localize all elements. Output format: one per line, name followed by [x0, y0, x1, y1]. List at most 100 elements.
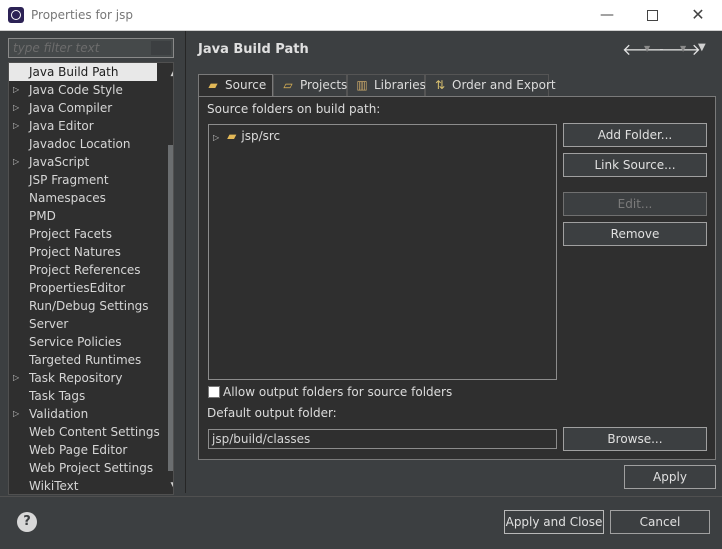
tree-item[interactable]: JSP Fragment: [9, 171, 157, 189]
expand-arrow-icon[interactable]: ▷: [213, 133, 219, 142]
scrollbar-thumb[interactable]: [168, 145, 173, 471]
default-output-folder-field[interactable]: jsp/build/classes: [208, 429, 557, 449]
apply-and-close-button[interactable]: Apply and Close: [504, 510, 604, 534]
page-header: Java Build Path 🡐 ▼ 🡒 ▼ ▼: [186, 31, 722, 69]
tree-item-label: Namespaces: [29, 191, 106, 205]
tree-item-label: JSP Fragment: [29, 173, 109, 187]
tab-libraries[interactable]: ▥ Libraries: [347, 74, 426, 96]
link-source-button[interactable]: Link Source...: [563, 153, 707, 177]
tree-item-label: Server: [29, 317, 69, 331]
order-export-icon: ⇅: [434, 78, 446, 92]
tree-item[interactable]: ▷ Java Editor: [9, 117, 157, 135]
browse-button[interactable]: Browse...: [563, 427, 707, 451]
scroll-up-icon[interactable]: ▲: [166, 65, 173, 81]
tree-item-label: Web Page Editor: [29, 443, 128, 457]
title-bar: Properties for jsp — ✕: [0, 0, 722, 31]
back-history-dropdown-icon[interactable]: ▼: [644, 44, 650, 53]
apply-button[interactable]: Apply: [624, 465, 716, 489]
cancel-button[interactable]: Cancel: [610, 510, 710, 534]
tree-item[interactable]: Task Tags: [9, 387, 157, 405]
forward-history-dropdown-icon[interactable]: ▼: [680, 44, 686, 53]
tree-item-label: Targeted Runtimes: [29, 353, 142, 367]
default-output-folder-label: Default output folder:: [207, 406, 337, 420]
tree-item-label: Task Tags: [29, 389, 86, 403]
tab-label: Order and Export: [452, 78, 556, 92]
list-item[interactable]: ▷ ▰ jsp/src: [213, 127, 280, 145]
tree-item-label: Task Repository: [29, 371, 123, 385]
remove-button[interactable]: Remove: [563, 222, 707, 246]
tab-label: Libraries: [374, 78, 426, 92]
folder-name: jsp/src: [241, 129, 281, 143]
tree-item[interactable]: Namespaces: [9, 189, 157, 207]
libraries-icon: ▥: [356, 78, 368, 92]
tree-item[interactable]: Javadoc Location: [9, 135, 157, 153]
tree-item-label: JavaScript: [29, 155, 90, 169]
maximize-button[interactable]: [637, 4, 667, 26]
tree-item-label: Java Editor: [29, 119, 94, 133]
tree-item[interactable]: Run/Debug Settings: [9, 297, 157, 315]
window-title: Properties for jsp: [31, 8, 133, 22]
close-button[interactable]: ✕: [683, 4, 713, 26]
package-folder-icon: ▰: [227, 129, 237, 143]
source-folders-label: Source folders on build path:: [207, 102, 381, 116]
tree-item-label: Project References: [29, 263, 141, 277]
tree-item-label: Validation: [29, 407, 89, 421]
tree-item-label: Run/Debug Settings: [29, 299, 149, 313]
tree-item-label: Java Code Style: [29, 83, 123, 97]
tab-projects[interactable]: ▱ Projects: [273, 74, 347, 96]
tree-item[interactable]: Web Page Editor: [9, 441, 157, 459]
tree-item[interactable]: WikiText: [9, 477, 157, 494]
source-folder-icon: ▰: [208, 78, 218, 92]
tree-item[interactable]: Web Content Settings: [9, 423, 160, 441]
help-icon[interactable]: ?: [17, 512, 37, 532]
tree-item-label: Javadoc Location: [29, 137, 131, 151]
tab-source[interactable]: ▰ Source: [198, 74, 273, 97]
expand-arrow-icon[interactable]: ▷: [13, 117, 19, 135]
expand-arrow-icon[interactable]: ▷: [13, 369, 19, 387]
eclipse-app-icon: [8, 7, 24, 23]
tree-item[interactable]: Project References: [9, 261, 157, 279]
tab-order-and-export[interactable]: ⇅ Order and Export: [425, 74, 556, 96]
scroll-down-icon[interactable]: ▼: [166, 478, 173, 494]
filter-clear-icon[interactable]: [151, 41, 171, 55]
expand-arrow-icon[interactable]: ▷: [13, 405, 19, 423]
tree-item[interactable]: ▷ Validation: [9, 405, 157, 423]
tree-item-label: WikiText: [29, 479, 79, 493]
property-page-tree[interactable]: Java Build Path ▷ Java Code Style ▷ Java Com…: [8, 62, 174, 495]
tree-item[interactable]: Java Build Path: [9, 63, 157, 81]
tree-item[interactable]: Targeted Runtimes: [9, 351, 157, 369]
tab-label: Source: [225, 78, 267, 92]
tree-item[interactable]: ▷ JavaScript: [9, 153, 157, 171]
tree-item-label: Web Content Settings: [29, 425, 160, 439]
tree-item-label: Java Compiler: [29, 101, 113, 115]
tree-item[interactable]: ▷ Java Code Style: [9, 81, 157, 99]
page-title: Java Build Path: [198, 42, 309, 57]
tree-item[interactable]: Server: [9, 315, 157, 333]
projects-icon: ▱: [283, 78, 293, 92]
expand-arrow-icon[interactable]: ▷: [13, 81, 19, 99]
minimize-button[interactable]: —: [592, 4, 622, 26]
sash-divider[interactable]: [185, 31, 186, 493]
tree-item[interactable]: Service Policies: [9, 333, 157, 351]
tree-item-label: Project Facets: [29, 227, 112, 241]
tree-item[interactable]: ▷ Java Compiler: [9, 99, 157, 117]
tree-item[interactable]: PMD: [9, 207, 157, 225]
tree-item[interactable]: ▷ Task Repository: [9, 369, 157, 387]
view-menu-icon[interactable]: ▼: [698, 42, 706, 53]
expand-arrow-icon[interactable]: ▷: [13, 153, 19, 171]
edit-button[interactable]: Edit...: [563, 192, 707, 216]
maximize-icon: [646, 9, 658, 21]
tree-item-label: Web Project Settings: [29, 461, 154, 475]
expand-arrow-icon[interactable]: ▷: [13, 99, 19, 117]
source-folder-list[interactable]: ▷ ▰ jsp/src: [208, 124, 557, 380]
filter-input[interactable]: type filter text: [8, 38, 174, 58]
tab-label: Projects: [300, 78, 348, 92]
tree-item[interactable]: Project Natures: [9, 243, 157, 261]
tree-item[interactable]: PropertiesEditor: [9, 279, 157, 297]
add-folder-button[interactable]: Add Folder...: [563, 123, 707, 147]
tree-item-label: Project Natures: [29, 245, 121, 259]
tree-scrollbar[interactable]: ▲ ▼: [166, 63, 173, 494]
tree-item[interactable]: Web Project Settings: [9, 459, 157, 477]
tree-item[interactable]: Project Facets: [9, 225, 157, 243]
allow-output-folders-checkbox[interactable]: [208, 386, 220, 398]
